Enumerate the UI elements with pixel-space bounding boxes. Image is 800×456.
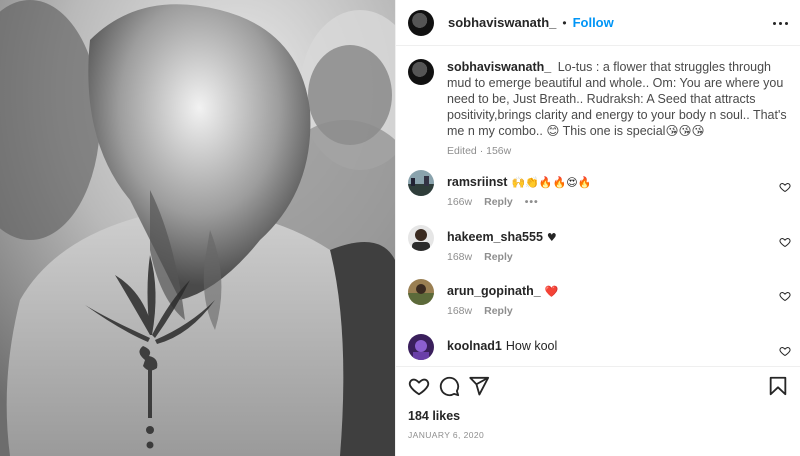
caption-username[interactable]: sobhaviswanath_: [447, 60, 551, 74]
comment-icon[interactable]: [438, 375, 460, 397]
comment-item: koolnad1 How kool: [408, 334, 793, 365]
author-username[interactable]: sobhaviswanath_: [448, 15, 556, 30]
comment-like-icon[interactable]: [779, 290, 791, 302]
post-caption: sobhaviswanath_ Lo-tus : a flower that s…: [408, 59, 788, 157]
send-icon[interactable]: [468, 375, 490, 397]
comment-item: ramsriinst 🙌👏🔥🔥😍🔥 166w Reply •••: [408, 170, 793, 220]
comment-text: ♥: [546, 231, 557, 244]
caption-age: 156w: [486, 145, 512, 157]
comment-meta: 168w Reply: [447, 251, 513, 263]
post-date: JANUARY 6, 2020: [408, 430, 485, 440]
post-header: sobhaviswanath_ • Follow: [396, 0, 800, 46]
comment-username[interactable]: koolnad1: [447, 339, 502, 353]
commenter-avatar[interactable]: [408, 225, 434, 251]
photo-image: [0, 0, 395, 456]
comment-age: 168w: [447, 305, 473, 317]
comment-age: 166w: [447, 196, 473, 208]
commenter-avatar[interactable]: [408, 170, 434, 196]
comment-like-icon[interactable]: [779, 345, 791, 357]
action-bar: 184 likes JANUARY 6, 2020: [396, 366, 800, 456]
comment-item: hakeem_sha555 ♥ 168w Reply: [408, 225, 793, 275]
commenter-avatar[interactable]: [408, 279, 434, 305]
more-options-icon[interactable]: [771, 15, 789, 31]
comment-text: ❤️: [544, 285, 559, 298]
comment-username[interactable]: arun_gopinath_: [447, 284, 541, 298]
bookmark-icon[interactable]: [767, 375, 789, 397]
comment-more-icon[interactable]: •••: [525, 196, 539, 208]
comment-meta: 168w Reply: [447, 305, 513, 317]
comment-like-icon[interactable]: [779, 181, 791, 193]
caption-text: sobhaviswanath_ Lo-tus : a flower that s…: [447, 59, 788, 139]
comments-list[interactable]: sobhaviswanath_ Lo-tus : a flower that s…: [396, 47, 800, 365]
instagram-post: sobhaviswanath_ • Follow sobhaviswanath_…: [0, 0, 800, 456]
like-count[interactable]: 184 likes: [408, 409, 460, 423]
reply-button[interactable]: Reply: [484, 251, 513, 263]
separator-dot: •: [562, 15, 567, 30]
author-avatar[interactable]: [408, 9, 434, 36]
comment-item: arun_gopinath_ ❤️ 168w Reply: [408, 279, 793, 329]
commenter-avatar[interactable]: [408, 334, 434, 360]
post-photo[interactable]: [0, 0, 395, 456]
reply-button[interactable]: Reply: [484, 196, 513, 208]
comment-meta: 166w Reply •••: [447, 196, 539, 208]
edited-label: Edited: [447, 145, 477, 157]
comment-line: hakeem_sha555 ♥: [447, 230, 557, 244]
caption-meta: Edited · 156w: [447, 145, 512, 157]
comment-text: How kool: [505, 339, 558, 353]
caption-avatar[interactable]: [408, 59, 434, 85]
heart-icon[interactable]: [408, 375, 430, 397]
comment-username[interactable]: ramsriinst: [447, 175, 507, 189]
follow-button[interactable]: Follow: [573, 15, 614, 30]
comment-username[interactable]: hakeem_sha555: [447, 230, 543, 244]
post-side-panel: sobhaviswanath_ • Follow sobhaviswanath_…: [395, 0, 800, 456]
comment-age: 168w: [447, 251, 473, 263]
comment-text: 🙌👏🔥🔥😍🔥: [511, 176, 592, 189]
comment-line: ramsriinst 🙌👏🔥🔥😍🔥: [447, 175, 591, 189]
comment-line: arun_gopinath_ ❤️: [447, 284, 558, 298]
comment-like-icon[interactable]: [779, 236, 791, 248]
comment-line: koolnad1 How kool: [447, 339, 557, 353]
reply-button[interactable]: Reply: [484, 305, 513, 317]
